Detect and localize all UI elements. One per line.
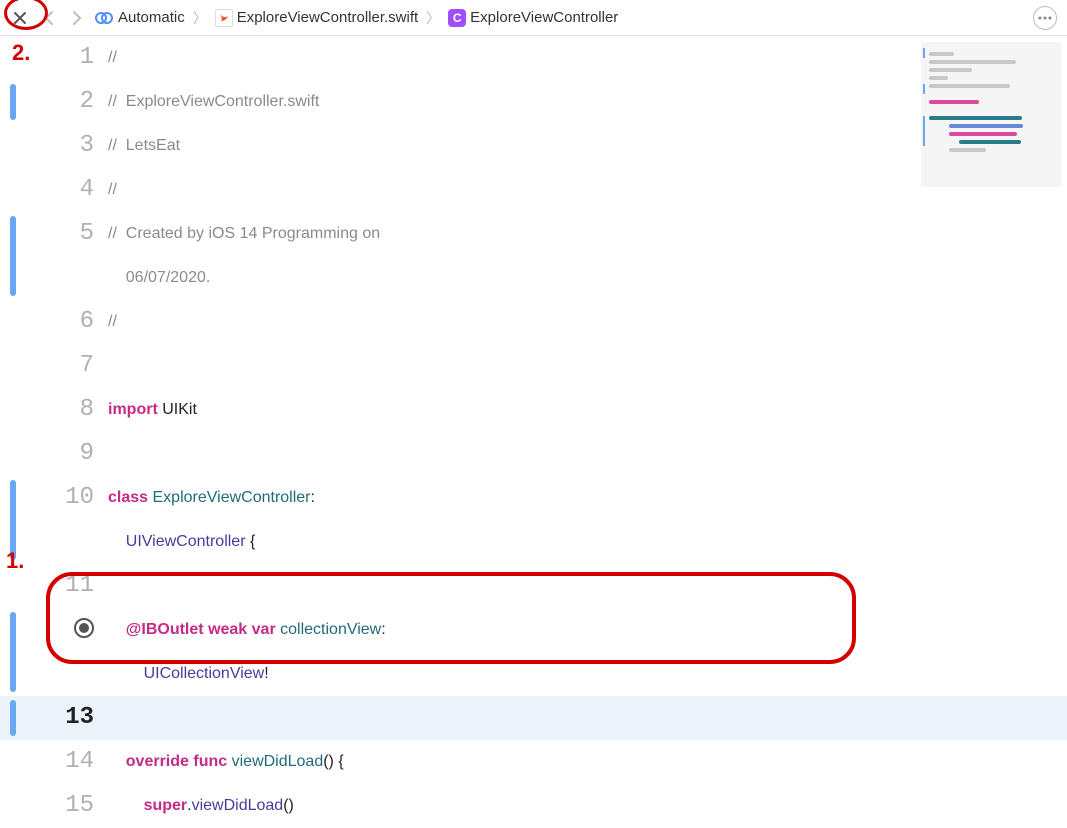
- code-content[interactable]: 06/07/2020.: [108, 256, 210, 300]
- code-line[interactable]: 4//: [0, 168, 1067, 212]
- code-line[interactable]: 13: [0, 696, 1067, 740]
- line-number: [0, 608, 108, 652]
- line-number: 15: [0, 784, 108, 828]
- breadcrumb-scheme-label: Automatic: [118, 9, 185, 26]
- code-line-wrap[interactable]: UICollectionView!: [0, 652, 1067, 696]
- line-number: 5: [0, 212, 108, 256]
- breadcrumb-file[interactable]: ExploreViewController.swift: [215, 9, 418, 27]
- line-number: 6: [0, 300, 108, 344]
- change-bar: [10, 84, 16, 120]
- code-line[interactable]: 14 override func viewDidLoad() {: [0, 740, 1067, 784]
- code-line-wrap[interactable]: 06/07/2020.: [0, 256, 1067, 300]
- code-line[interactable]: 7: [0, 344, 1067, 388]
- breadcrumb-scheme[interactable]: Automatic: [94, 8, 185, 28]
- code-content[interactable]: override func viewDidLoad() {: [108, 740, 344, 784]
- code-content[interactable]: //: [108, 168, 117, 212]
- code-line[interactable]: 11: [0, 564, 1067, 608]
- code-content[interactable]: import UIKit: [108, 388, 197, 432]
- line-number: 3: [0, 124, 108, 168]
- code-line[interactable]: 6//: [0, 300, 1067, 344]
- code-content[interactable]: UICollectionView!: [108, 652, 269, 696]
- code-content[interactable]: @IBOutlet weak var collectionView:: [108, 608, 386, 652]
- code-content[interactable]: // LetsEat: [108, 124, 180, 168]
- code-line[interactable]: 15 super.viewDidLoad(): [0, 784, 1067, 828]
- related-items-icon: [94, 8, 114, 28]
- code-content[interactable]: // Created by iOS 14 Programming on: [108, 212, 380, 256]
- code-content[interactable]: class ExploreViewController:: [108, 476, 315, 520]
- class-icon: C: [448, 9, 466, 27]
- chevron-right-icon: 〉: [424, 8, 442, 28]
- line-number: 2: [0, 80, 108, 124]
- code-content[interactable]: UIViewController {: [108, 520, 255, 564]
- code-content[interactable]: super.viewDidLoad(): [108, 784, 294, 828]
- code-line[interactable]: @IBOutlet weak var collectionView:: [0, 608, 1067, 652]
- line-number: 13: [0, 696, 108, 740]
- code-line[interactable]: 9: [0, 432, 1067, 476]
- nav-forward-button[interactable]: [66, 10, 88, 26]
- code-line[interactable]: 8import UIKit: [0, 388, 1067, 432]
- editor-toolbar: Automatic 〉 ExploreViewController.swift …: [0, 0, 1067, 36]
- code-content[interactable]: //: [108, 300, 117, 344]
- annotation-label-1: 1.: [6, 548, 24, 574]
- breadcrumb-symbol[interactable]: C ExploreViewController: [448, 9, 618, 27]
- line-number: 4: [0, 168, 108, 212]
- code-content[interactable]: //: [108, 36, 117, 80]
- code-line[interactable]: 3// LetsEat: [0, 124, 1067, 168]
- code-line[interactable]: 10class ExploreViewController:: [0, 476, 1067, 520]
- line-number: 1: [0, 36, 108, 80]
- change-bar: [10, 700, 16, 736]
- close-icon[interactable]: [8, 6, 32, 30]
- minimap[interactable]: [921, 42, 1061, 187]
- breadcrumb-file-label: ExploreViewController.swift: [237, 9, 418, 26]
- line-number: 14: [0, 740, 108, 784]
- swift-file-icon: [215, 9, 233, 27]
- line-number: 9: [0, 432, 108, 476]
- breadcrumb-symbol-label: ExploreViewController: [470, 9, 618, 26]
- chevron-right-icon: 〉: [191, 8, 209, 28]
- outlet-connection-icon[interactable]: [74, 618, 94, 638]
- code-line[interactable]: 5// Created by iOS 14 Programming on: [0, 212, 1067, 256]
- code-line[interactable]: 1//: [0, 36, 1067, 80]
- line-number: 8: [0, 388, 108, 432]
- line-number: 10: [0, 476, 108, 520]
- nav-back-button[interactable]: [38, 10, 60, 26]
- more-options-button[interactable]: [1033, 6, 1057, 30]
- code-editor[interactable]: 1//2// ExploreViewController.swift3// Le…: [0, 36, 1067, 774]
- code-line-wrap[interactable]: UIViewController {: [0, 520, 1067, 564]
- code-line[interactable]: 2// ExploreViewController.swift: [0, 80, 1067, 124]
- line-number: 7: [0, 344, 108, 388]
- code-content[interactable]: // ExploreViewController.swift: [108, 80, 319, 124]
